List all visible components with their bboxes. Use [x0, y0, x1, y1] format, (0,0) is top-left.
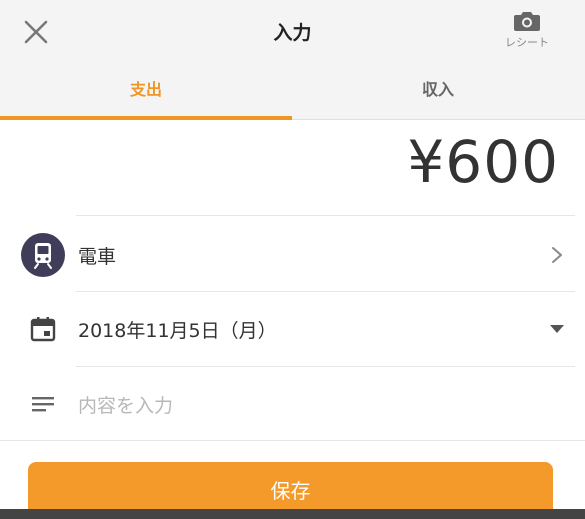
date-row[interactable]: 2018年11月5日（月） — [0, 293, 585, 365]
tab-income[interactable]: 収入 — [292, 72, 584, 118]
calendar-icon — [30, 317, 56, 342]
header: 入力 レシート 支出 収入 — [0, 0, 585, 120]
expense-entry-screen: 入力 レシート 支出 収入 ¥600 電車 2018年11月5日（月） 内容を入… — [0, 0, 585, 519]
active-tab-indicator — [0, 116, 292, 120]
memo-input[interactable]: 内容を入力 — [78, 391, 173, 418]
category-row[interactable]: 電車 — [0, 219, 585, 291]
date-icon-wrap — [20, 306, 66, 352]
divider — [76, 215, 575, 216]
notes-icon — [32, 397, 54, 412]
receipt-button[interactable]: レシート — [497, 10, 557, 56]
train-icon — [21, 233, 65, 277]
divider — [0, 440, 585, 441]
bottom-bar — [0, 509, 585, 519]
chevron-right-icon — [545, 243, 569, 267]
category-label: 電車 — [78, 245, 117, 268]
memo-icon-wrap — [20, 381, 66, 427]
dropdown-arrow-icon — [545, 317, 569, 341]
memo-row[interactable]: 内容を入力 — [0, 368, 585, 440]
amount-display[interactable]: ¥600 — [407, 128, 559, 196]
camera-icon — [514, 12, 540, 31]
divider — [76, 366, 575, 367]
tab-expense[interactable]: 支出 — [0, 72, 292, 118]
category-icon-wrap — [20, 232, 66, 278]
receipt-label: レシート — [505, 36, 549, 49]
date-value: 2018年11月5日（月） — [78, 319, 277, 342]
divider — [76, 291, 575, 292]
